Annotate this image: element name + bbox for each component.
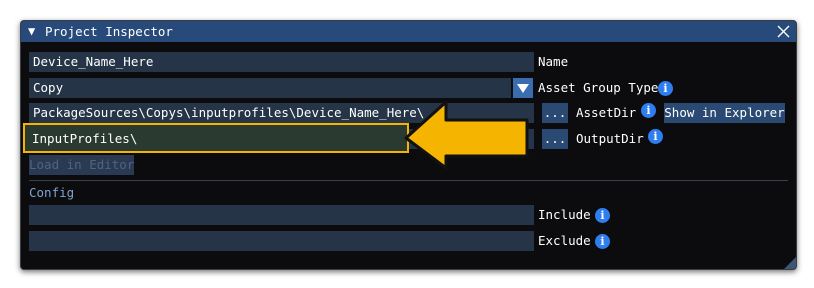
info-icon[interactable]: i bbox=[658, 81, 673, 96]
output-dir-highlight[interactable]: InputProfiles\ bbox=[23, 123, 409, 153]
title-bar[interactable]: ▼ Project Inspector bbox=[21, 21, 796, 42]
triangle-down-icon[interactable]: ▼ bbox=[28, 22, 35, 41]
arrow-icon bbox=[404, 100, 529, 170]
load-in-editor-button[interactable]: Load in Editor bbox=[29, 155, 134, 175]
exclude-label: Exclude bbox=[538, 233, 591, 248]
info-icon[interactable]: i bbox=[595, 234, 610, 249]
info-icon[interactable]: i bbox=[595, 208, 610, 223]
include-label: Include bbox=[538, 207, 591, 222]
asset-group-type-dropdown-button[interactable] bbox=[513, 78, 533, 98]
output-dir-value: InputProfiles\ bbox=[32, 131, 138, 146]
asset-dir-browse-button[interactable]: ... bbox=[542, 103, 568, 123]
output-dir-browse-button[interactable]: ... bbox=[542, 129, 568, 149]
show-in-explorer-button[interactable]: Show in Explorer bbox=[664, 103, 785, 123]
resize-grip[interactable] bbox=[784, 257, 796, 269]
info-icon[interactable]: i bbox=[648, 129, 663, 144]
close-icon[interactable] bbox=[777, 25, 790, 38]
chevron-down-icon bbox=[517, 84, 529, 93]
output-dir-label: OutputDir bbox=[576, 131, 644, 146]
asset-dir-label: AssetDir bbox=[576, 105, 637, 120]
section-divider bbox=[29, 180, 788, 181]
include-field[interactable] bbox=[29, 205, 534, 225]
name-label: Name bbox=[538, 54, 569, 69]
info-icon[interactable]: i bbox=[641, 103, 656, 118]
asset-group-type-select[interactable]: Copy bbox=[29, 78, 511, 98]
config-section-heading[interactable]: Config bbox=[29, 185, 74, 201]
exclude-field[interactable] bbox=[29, 231, 534, 251]
window-title: Project Inspector bbox=[45, 24, 173, 39]
name-field[interactable]: Device_Name_Here bbox=[29, 52, 534, 72]
asset-group-type-label: Asset Group Type bbox=[538, 80, 659, 95]
